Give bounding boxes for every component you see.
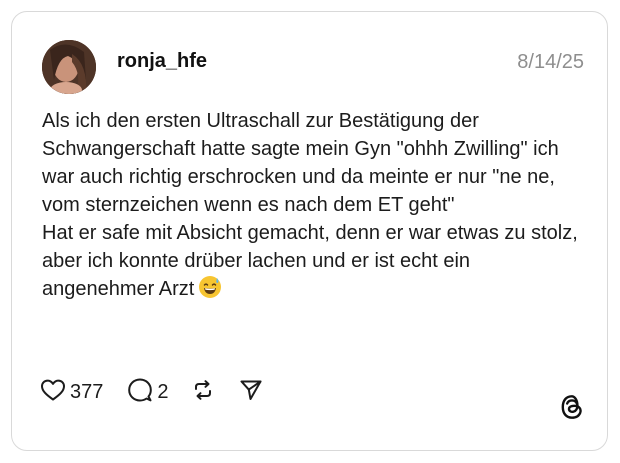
reply-count: 2 (157, 380, 169, 403)
reply-button[interactable]: 2 (127, 377, 169, 408)
post-card: ronja_hfe 8/14/25 Als ich den ersten Ult… (11, 11, 608, 451)
like-count: 377 (70, 380, 104, 403)
post-paragraph: Hat er safe mit Absicht gemacht, denn er… (42, 219, 587, 307)
action-bar: 377 2 (40, 378, 263, 406)
post-text: Als ich den ersten Ultraschall zur Bestä… (42, 107, 587, 307)
repost-button[interactable] (191, 378, 215, 407)
send-paper-plane-icon (239, 378, 263, 407)
avatar-photo (42, 40, 96, 94)
grinning-face-with-sweat-emoji (198, 275, 222, 307)
share-button[interactable] (239, 378, 263, 407)
avatar[interactable] (42, 40, 96, 94)
post-date: 8/14/25 (517, 51, 584, 73)
threads-logo-icon[interactable] (559, 394, 585, 420)
heart-icon (40, 378, 66, 407)
like-button[interactable]: 377 (40, 378, 103, 407)
repost-arrows-icon (191, 378, 215, 407)
username[interactable]: ronja_hfe (117, 50, 207, 73)
post-paragraph-text: Hat er safe mit Absicht gemacht, denn er… (42, 222, 578, 300)
post-paragraph: Als ich den ersten Ultraschall zur Bestä… (42, 110, 559, 216)
speech-bubble-icon (127, 377, 153, 408)
